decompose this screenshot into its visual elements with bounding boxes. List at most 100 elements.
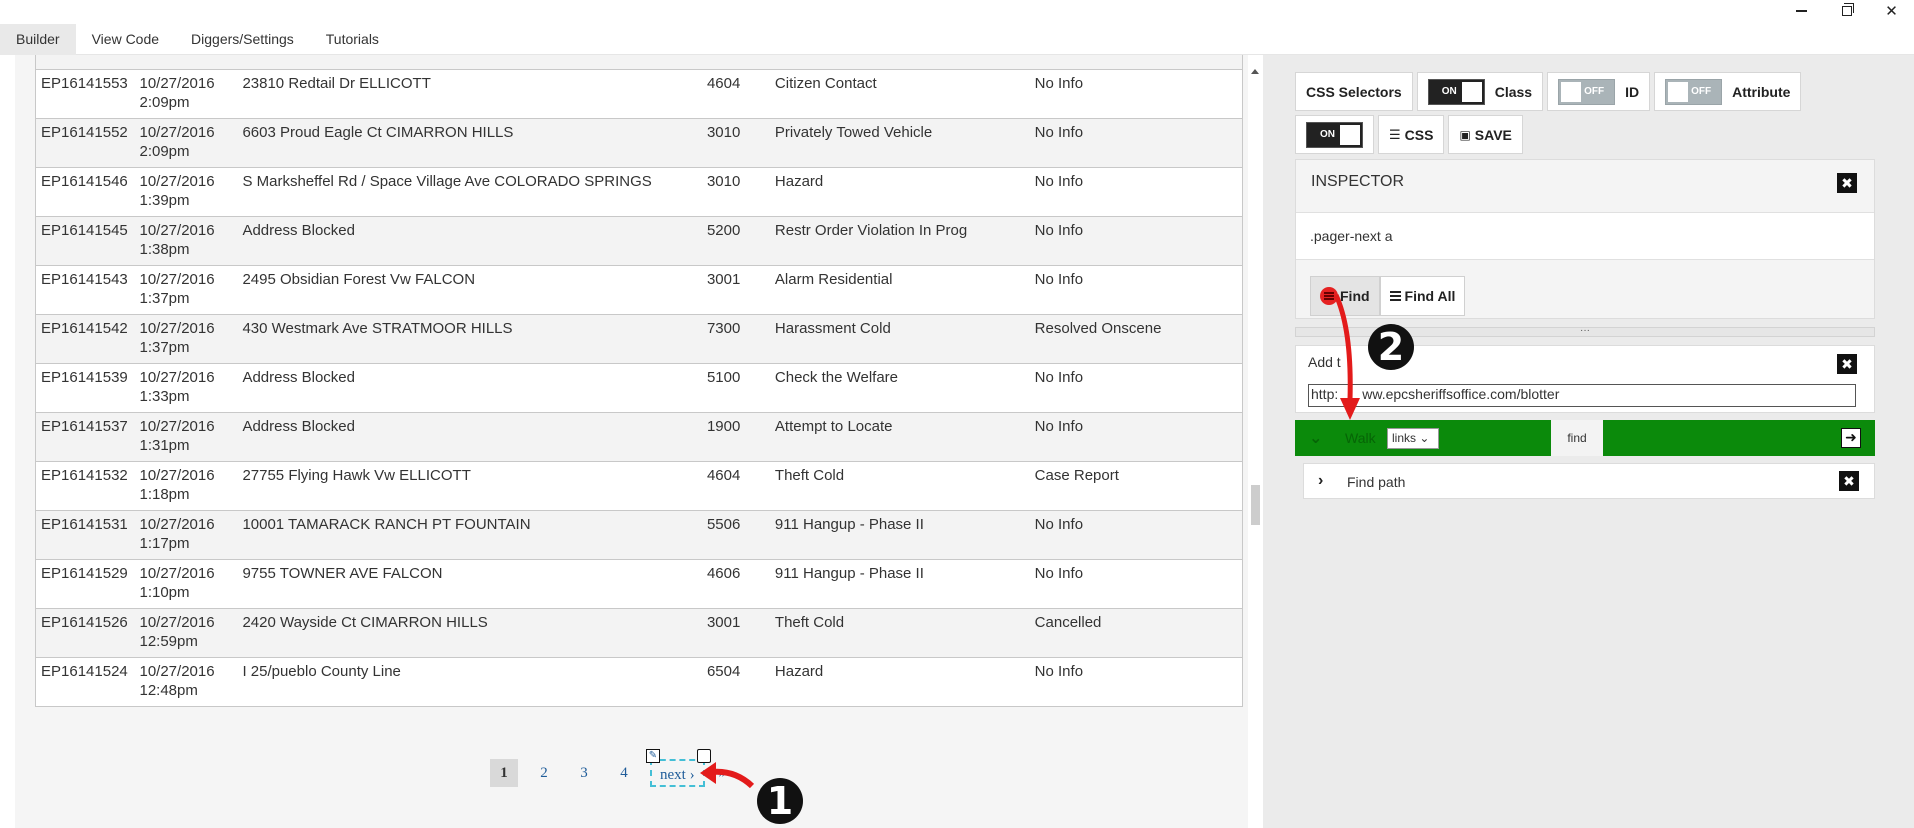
cell-disposition: No Info <box>1034 69 1243 119</box>
css-label: CSS <box>1404 126 1434 143</box>
restore-icon[interactable] <box>1824 0 1869 22</box>
table-row[interactable]: EP16141539 10/27/2016 1:33pm Address Blocke… <box>35 363 1243 413</box>
css-button[interactable]: ☰ CSS <box>1378 115 1445 154</box>
cell-time: 2:09pm <box>139 143 190 160</box>
find-path-close-icon[interactable]: ✖ <box>1839 471 1859 491</box>
table-row[interactable]: EP16141526 10/27/2016 12:59pm 2420 Wayside … <box>35 608 1243 658</box>
chevron-down-icon[interactable]: ⌄ <box>1309 428 1322 448</box>
chevron-right-icon[interactable]: › <box>1318 472 1323 490</box>
cell-location: 27755 Flying Hawk Vw ELLICOTT <box>242 461 707 511</box>
class-toggle-group[interactable]: ON Class <box>1416 72 1544 111</box>
table-row[interactable]: EP16141537 10/27/2016 1:31pm Address Blocke… <box>35 412 1243 462</box>
edit-selection-icon[interactable]: ✎ <box>646 749 660 763</box>
url-input[interactable]: http: ww.epcsheriffsoffice.com/blotter <box>1308 384 1856 407</box>
cell-time: 1:39pm <box>139 192 190 209</box>
attribute-toggle[interactable]: OFF <box>1665 78 1723 105</box>
find-menu-icon <box>1320 287 1338 305</box>
scroll-thumb[interactable] <box>1251 485 1260 525</box>
css-selectors-button[interactable]: CSS Selectors <box>1295 72 1413 111</box>
scroll-up-icon[interactable] <box>1251 69 1259 74</box>
cell-location: Address Blocked <box>242 363 707 413</box>
cell-code: 3010 <box>706 167 775 217</box>
table-row[interactable]: EP16141552 10/27/2016 2:09pm 6603 Proud Eag… <box>35 118 1243 168</box>
css-toggle[interactable]: ON <box>1306 121 1363 148</box>
cell-location: S Marksheffel Rd / Space Village Ave COL… <box>242 167 707 217</box>
cell-id: EP16141543 <box>35 265 140 315</box>
inspector-selector[interactable]: .pager-next a <box>1296 212 1874 260</box>
table-row[interactable]: EP16141524 10/27/2016 12:48pm I 25/pueblo C… <box>35 657 1243 707</box>
cell-code: 1900 <box>706 412 775 462</box>
pager-page-1[interactable]: 1 <box>490 759 518 787</box>
save-button[interactable]: ▣ SAVE <box>1448 115 1523 154</box>
cell-time: 12:59pm <box>139 633 198 650</box>
table-row[interactable]: EP16141532 10/27/2016 1:18pm 27755 Flying H… <box>35 461 1243 511</box>
walk-label: Walk <box>1345 430 1376 446</box>
table-row[interactable]: EP16141545 10/27/2016 1:38pm Address Blocke… <box>35 216 1243 266</box>
cell-disposition: Cancelled <box>1034 608 1243 658</box>
select-box-icon[interactable] <box>696 749 711 763</box>
table-row[interactable]: EP16141542 10/27/2016 1:37pm 430 Westmark A… <box>35 314 1243 364</box>
table-cell <box>706 55 775 70</box>
pager-page-4[interactable]: 4 <box>610 759 638 787</box>
cell-id: EP16141552 <box>35 118 140 168</box>
minimize-icon[interactable] <box>1779 0 1824 22</box>
cell-type: Restr Order Violation In Prog <box>774 216 1035 266</box>
inspector-close-icon[interactable]: ✖ <box>1837 173 1857 193</box>
id-toggle[interactable]: OFF <box>1558 78 1616 105</box>
go-arrow-icon[interactable]: ➜ <box>1841 428 1861 448</box>
cell-date: 10/27/2016 <box>139 75 215 92</box>
cell-date: 10/27/2016 <box>139 418 215 435</box>
cell-date: 10/27/2016 <box>139 222 215 239</box>
cell-date: 10/27/2016 1:39pm <box>139 167 243 217</box>
cell-date: 10/27/2016 2:09pm <box>139 118 243 168</box>
main-tabs: Builder View Code Diggers/Settings Tutor… <box>0 24 395 55</box>
cell-date: 10/27/2016 <box>139 516 215 533</box>
table-row[interactable]: EP16141543 10/27/2016 1:37pm 2495 Obsidian … <box>35 265 1243 315</box>
cell-type: Privately Towed Vehicle <box>774 118 1035 168</box>
blotter-table: 2:19pmEP1614155310/27/20162:09pm23810 Re… <box>35 55 1243 707</box>
cell-id: EP16141546 <box>35 167 140 217</box>
cell-location: 430 Westmark Ave STRATMOOR HILLS <box>242 314 707 364</box>
walk-find-button[interactable]: find <box>1551 420 1603 456</box>
table-row[interactable]: EP16141529 10/27/2016 1:10pm 9755 TOWNER AV… <box>35 559 1243 609</box>
find-all-button[interactable]: Find All <box>1379 276 1466 316</box>
table-cell <box>774 55 1035 70</box>
cell-type: Attempt to Locate <box>774 412 1035 462</box>
cell-code: 5200 <box>706 216 775 266</box>
cell-time: 1:31pm <box>139 437 190 454</box>
annotation-badge-1: 1 <box>757 778 803 824</box>
cell-time: 1:38pm <box>139 241 190 258</box>
cell-time: 1:10pm <box>139 584 190 601</box>
find-button[interactable]: Find <box>1310 276 1380 316</box>
attribute-toggle-group[interactable]: OFF Attribute <box>1654 72 1802 111</box>
find-path-box[interactable]: › Find path ✖ <box>1303 463 1875 499</box>
cell-code: 5506 <box>706 510 775 560</box>
table-row[interactable]: EP16141553 10/27/2016 2:09pm 23810 Redtail … <box>35 69 1243 119</box>
viewport-scrollbar[interactable] <box>1248 55 1263 828</box>
table-row[interactable]: EP16141546 10/27/2016 1:39pm S Marksheffel … <box>35 167 1243 217</box>
pager-next-link[interactable]: ✎ next › <box>646 749 711 787</box>
table-cell <box>242 55 707 70</box>
tab-tutorials[interactable]: Tutorials <box>310 24 395 55</box>
selector-panel: CSS Selectors ON Class OFF ID OFF Attrib… <box>1263 55 1914 828</box>
css-save-row: ON ☰ CSS ▣ SAVE <box>1295 115 1527 154</box>
class-toggle-label: Class <box>1494 83 1533 100</box>
pager-last-link[interactable]: t » <box>711 765 726 782</box>
cell-disposition: No Info <box>1034 510 1243 560</box>
cell-date: 10/27/2016 1:37pm <box>139 314 243 364</box>
add-link-close-icon[interactable]: ✖ <box>1837 354 1857 374</box>
inspector-find-row: Find Find All <box>1310 276 1466 316</box>
cell-type: Check the Welfare <box>774 363 1035 413</box>
walk-select[interactable]: links ⌄ <box>1387 428 1439 449</box>
class-toggle[interactable]: ON <box>1427 78 1485 105</box>
tab-builder[interactable]: Builder <box>0 24 76 55</box>
css-toggle-group[interactable]: ON <box>1295 115 1374 154</box>
close-icon[interactable]: ✕ <box>1869 0 1914 22</box>
table-row[interactable]: EP16141531 10/27/2016 1:17pm 10001 TAMARACK… <box>35 510 1243 560</box>
tab-view-code[interactable]: View Code <box>76 24 175 55</box>
pager-page-3[interactable]: 3 <box>570 759 598 787</box>
tab-diggers-settings[interactable]: Diggers/Settings <box>175 24 310 55</box>
pager-page-2[interactable]: 2 <box>530 759 558 787</box>
window-controls: ✕ <box>1779 0 1914 22</box>
id-toggle-group[interactable]: OFF ID <box>1547 72 1651 111</box>
